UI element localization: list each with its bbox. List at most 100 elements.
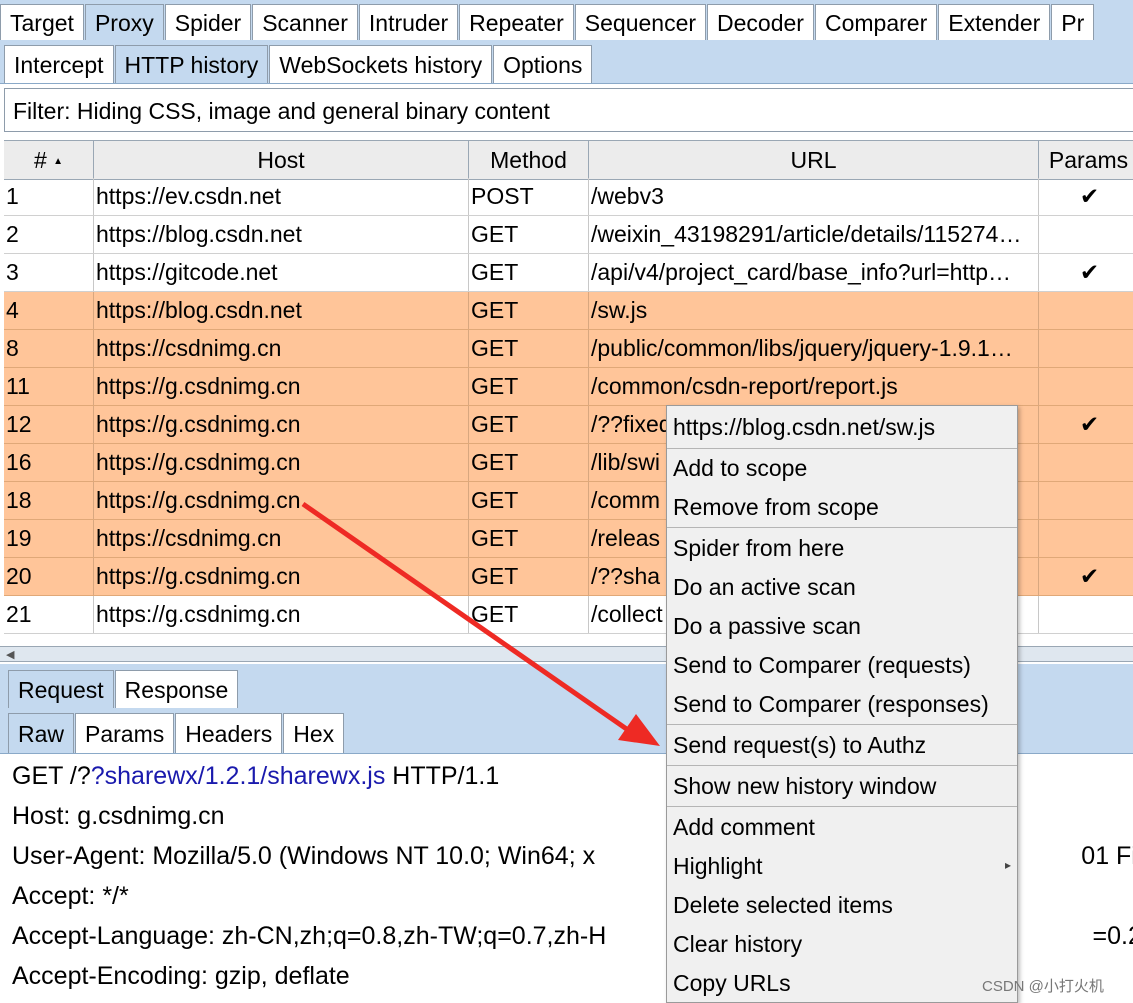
tab-raw[interactable]: Raw	[8, 713, 75, 753]
cell-method: GET	[469, 216, 589, 253]
cell-method: GET	[469, 368, 589, 405]
cell-params	[1039, 216, 1133, 253]
cell-params: ✔	[1039, 254, 1133, 291]
sort-ascending-icon: ▲	[53, 155, 64, 167]
cell-number: 3	[4, 254, 94, 291]
tab-params[interactable]: Params	[75, 713, 175, 753]
menu-separator	[667, 765, 1017, 766]
menu-item-highlight[interactable]: Highlight	[673, 849, 763, 883]
menu-item-add-comment[interactable]: Add comment	[673, 810, 815, 844]
tab-comparer[interactable]: Comparer	[814, 4, 938, 40]
cell-host: https://g.csdnimg.cn	[94, 596, 469, 633]
table-row[interactable]: 11 https://g.csdnimg.cn GET/common/csdn-re…	[4, 368, 1133, 406]
cell-host: https://g.csdnimg.cn	[94, 406, 469, 443]
cell-url: /weixin_43198291/article/details/115274…	[589, 216, 1039, 253]
tab-hex[interactable]: Hex	[283, 713, 345, 753]
cell-host: https://gitcode.net	[94, 254, 469, 291]
request-method-text: GET /?	[12, 762, 91, 790]
menu-separator	[667, 527, 1017, 528]
cell-params	[1039, 482, 1133, 519]
cell-number: 18	[4, 482, 94, 519]
menu-header-url: https://blog.csdn.net/sw.js	[673, 414, 936, 440]
submenu-arrow-icon: ▸	[1004, 858, 1011, 872]
cell-number: 11	[4, 368, 94, 405]
filter-bar[interactable]: Filter: Hiding CSS, image and general bi…	[4, 88, 1133, 132]
cell-params	[1039, 444, 1133, 481]
cell-host: https://blog.csdn.net	[94, 292, 469, 329]
cell-params: ✔	[1039, 406, 1133, 443]
column-header-number[interactable]: # ▲	[4, 141, 94, 179]
menu-item-compare-responses[interactable]: Send to Comparer (responses)	[673, 687, 989, 721]
column-header-method[interactable]: Method	[469, 141, 589, 179]
tab-options[interactable]: Options	[493, 45, 593, 83]
menu-item-new-history-window[interactable]: Show new history window	[673, 769, 936, 803]
cell-method: GET	[469, 444, 589, 481]
cell-url: /common/csdn-report/report.js	[589, 368, 1039, 405]
cell-number: 1	[4, 178, 94, 215]
tab-response[interactable]: Response	[114, 670, 239, 708]
tab-project-options[interactable]: Pr	[1051, 4, 1095, 40]
request-path-text: ?sharewx/1.2.1/sharewx.js	[90, 762, 386, 790]
cell-params: ✔	[1039, 178, 1133, 215]
tab-websockets-history[interactable]: WebSockets history	[269, 45, 493, 83]
menu-separator	[667, 724, 1017, 725]
column-header-url[interactable]: URL	[589, 141, 1039, 179]
request-protocol-text: HTTP/1.1	[385, 762, 500, 790]
tab-intercept[interactable]: Intercept	[4, 45, 114, 83]
cell-params: ✔	[1039, 558, 1133, 595]
top-tab-bar: Target Proxy Spider Scanner Intruder Rep…	[0, 0, 1133, 41]
cell-params	[1039, 520, 1133, 557]
tab-extender[interactable]: Extender	[938, 4, 1051, 40]
menu-item-clear-history[interactable]: Clear history	[673, 927, 802, 961]
tab-repeater[interactable]: Repeater	[459, 4, 574, 40]
table-header: # ▲ Host Method URL Params	[4, 140, 1133, 180]
column-header-host[interactable]: Host	[94, 141, 469, 179]
cell-method: GET	[469, 254, 589, 291]
menu-item-spider-from-here[interactable]: Spider from here	[673, 531, 844, 565]
menu-item-send-to-authz[interactable]: Send request(s) to Authz	[673, 728, 926, 762]
cell-url: /public/common/libs/jquery/jquery-1.9.1…	[589, 330, 1039, 367]
proxy-tab-bar: Intercept HTTP history WebSockets histor…	[0, 40, 1133, 84]
tab-proxy[interactable]: Proxy	[84, 4, 164, 40]
cell-method: GET	[469, 520, 589, 557]
scroll-left-icon[interactable]: ◀	[6, 648, 14, 661]
tab-spider[interactable]: Spider	[164, 4, 252, 40]
tab-headers[interactable]: Headers	[175, 713, 283, 753]
cell-number: 12	[4, 406, 94, 443]
menu-item-passive-scan[interactable]: Do a passive scan	[673, 609, 861, 643]
column-header-params[interactable]: Params	[1039, 141, 1133, 179]
menu-item-compare-requests[interactable]: Send to Comparer (requests)	[673, 648, 971, 682]
table-row[interactable]: 1 https://ev.csdn.net POST/webv3 ✔	[4, 178, 1133, 216]
menu-item-add-to-scope[interactable]: Add to scope	[673, 451, 807, 485]
tab-request[interactable]: Request	[8, 670, 114, 708]
cell-host: https://g.csdnimg.cn	[94, 368, 469, 405]
cell-params	[1039, 596, 1133, 633]
cell-number: 8	[4, 330, 94, 367]
menu-item-active-scan[interactable]: Do an active scan	[673, 570, 856, 604]
cell-url: /webv3	[589, 178, 1039, 215]
tab-decoder[interactable]: Decoder	[707, 4, 814, 40]
menu-item-delete-selected[interactable]: Delete selected items	[673, 888, 893, 922]
menu-item-copy-urls[interactable]: Copy URLs	[673, 966, 791, 1000]
cell-params	[1039, 330, 1133, 367]
table-row[interactable]: 3 https://gitcode.net GET/api/v4/project_c…	[4, 254, 1133, 292]
tab-sequencer[interactable]: Sequencer	[574, 4, 707, 40]
table-row[interactable]: 2 https://blog.csdn.net GET/weixin_4319829…	[4, 216, 1133, 254]
tab-http-history[interactable]: HTTP history	[114, 45, 269, 83]
cell-number: 2	[4, 216, 94, 253]
menu-separator	[667, 806, 1017, 807]
menu-item-remove-from-scope[interactable]: Remove from scope	[673, 490, 879, 524]
table-row[interactable]: 4 https://blog.csdn.net GET/sw.js	[4, 292, 1133, 330]
cell-method: GET	[469, 558, 589, 595]
cell-host: https://blog.csdn.net	[94, 216, 469, 253]
cell-params	[1039, 368, 1133, 405]
context-menu: https://blog.csdn.net/sw.js Add to scope…	[666, 405, 1018, 1003]
tab-intruder[interactable]: Intruder	[358, 4, 459, 40]
cell-host: https://g.csdnimg.cn	[94, 444, 469, 481]
cell-method: GET	[469, 330, 589, 367]
watermark: CSDN @小打火机	[982, 978, 1104, 995]
table-row[interactable]: 8 https://csdnimg.cn GET/public/common/lib…	[4, 330, 1133, 368]
cell-host: https://csdnimg.cn	[94, 330, 469, 367]
tab-scanner[interactable]: Scanner	[252, 4, 358, 40]
tab-target[interactable]: Target	[0, 4, 84, 40]
